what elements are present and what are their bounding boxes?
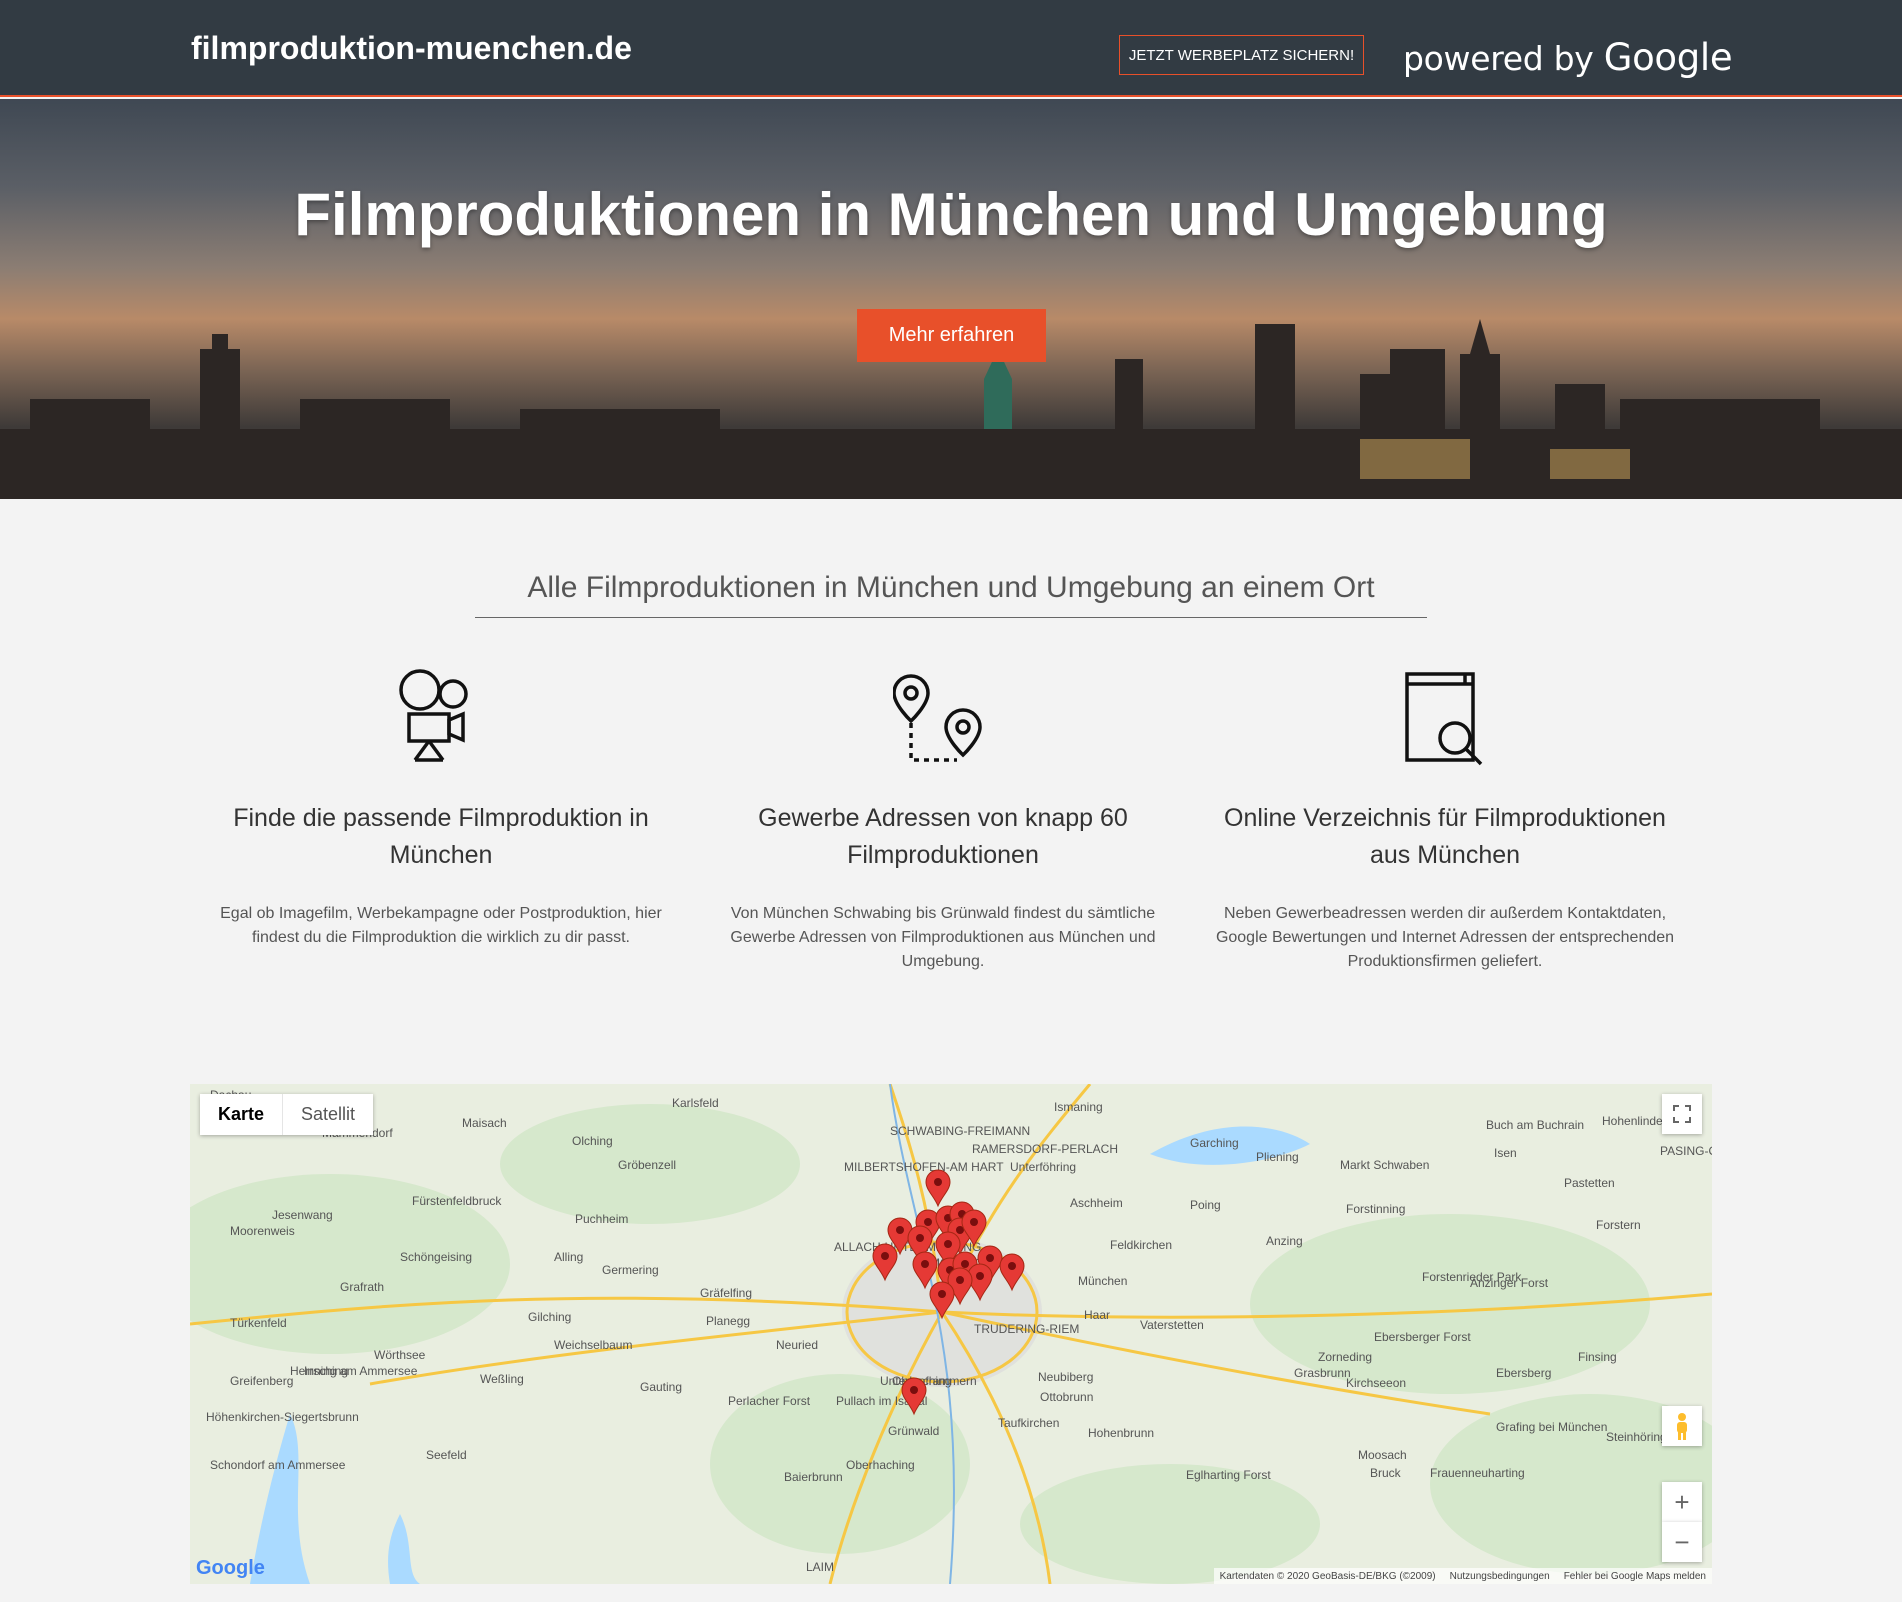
feature-title: Finde die passende Filmproduktion in Mün… [233, 804, 649, 869]
feature-text: Neben Gewerbeadressen werden dir außerde… [1215, 905, 1675, 970]
map-type-tabs: Karte Satellit [200, 1094, 374, 1135]
terms-link[interactable]: Nutzungsbedingungen [1450, 1571, 1550, 1582]
report-error-link[interactable]: Fehler bei Google Maps melden [1564, 1571, 1706, 1582]
feature-title: Gewerbe Adressen von knapp 60 Filmproduk… [758, 804, 1128, 869]
directory-search-icon [1395, 668, 1495, 768]
map-marker[interactable] [925, 1169, 951, 1208]
map-marker[interactable] [912, 1251, 938, 1290]
google-logo: Google [196, 1557, 265, 1579]
film-camera-icon [391, 668, 491, 768]
hero-banner: Filmproduktionen in München und Umgebung… [0, 99, 1902, 499]
powered-brand: Google [1603, 36, 1733, 79]
map-marker[interactable] [999, 1253, 1025, 1292]
hero-title: Filmproduktionen in München und Umgebung [294, 181, 1608, 248]
zoom-in-button[interactable]: + [1662, 1482, 1702, 1522]
reserve-ad-space-button[interactable]: JETZT WERBEPLATZ SICHERN! [1119, 35, 1364, 75]
map-footer: Kartendaten © 2020 GeoBasis-DE/BKG (©200… [1213, 1568, 1712, 1584]
intro-title: Alle Filmproduktionen in München und Umg… [475, 571, 1427, 618]
feature-title: Online Verzeichnis für Filmproduktionen … [1224, 804, 1666, 869]
fullscreen-icon [1673, 1105, 1691, 1123]
feature-text: Egal ob Imagefilm, Werbekampagne oder Po… [220, 905, 662, 946]
powered-prefix: powered by [1403, 39, 1594, 78]
map-marker[interactable] [872, 1243, 898, 1282]
city-skyline [0, 319, 1902, 499]
pegman-icon [1677, 1413, 1687, 1440]
map-markers [872, 1169, 1025, 1416]
powered-by-google: powered by Google [1403, 36, 1733, 79]
feature-text: Von München Schwabing bis Grünwald finde… [730, 905, 1156, 970]
map-marker[interactable] [901, 1377, 927, 1416]
street-view-pegman[interactable] [1662, 1406, 1702, 1446]
feature-find: Finde die passende Filmproduktion in Mün… [211, 668, 671, 950]
fullscreen-button[interactable] [1662, 1094, 1702, 1134]
map-data-credit: Kartendaten © 2020 GeoBasis-DE/BKG (©200… [1219, 1570, 1436, 1582]
route-pins-icon [892, 668, 993, 768]
site-brand[interactable]: filmproduktion-muenchen.de [191, 30, 632, 67]
tab-map[interactable]: Karte [200, 1094, 284, 1135]
tab-satellite[interactable]: Satellit [283, 1094, 373, 1135]
top-bar: filmproduktion-muenchen.de JETZT WERBEPL… [0, 0, 1902, 97]
feature-directory: Online Verzeichnis für Filmproduktionen … [1215, 668, 1675, 974]
learn-more-button[interactable]: Mehr erfahren [857, 309, 1046, 362]
google-map[interactable]: Karlsfeld Ismaning Olching Gröbenzell Fürste… [190, 1084, 1712, 1584]
zoom-out-button[interactable]: − [1662, 1522, 1702, 1562]
map-marker[interactable] [929, 1281, 955, 1320]
feature-addresses: Gewerbe Adressen von knapp 60 Filmproduk… [713, 668, 1173, 974]
